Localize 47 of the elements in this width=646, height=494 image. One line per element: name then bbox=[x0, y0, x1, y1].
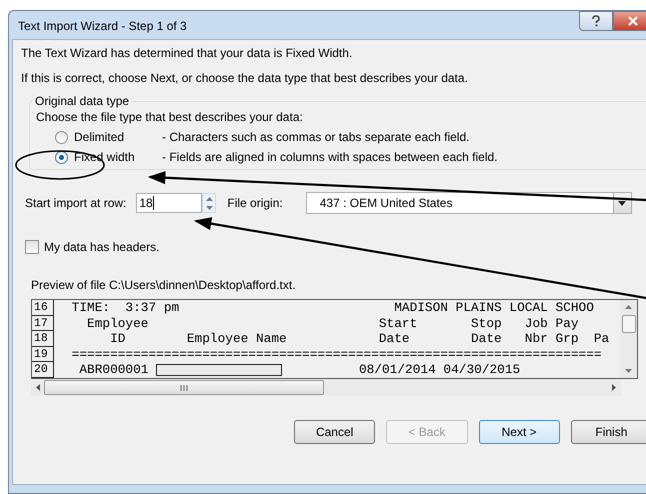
preview-text: Employee Start Stop Job Pay bbox=[86, 316, 579, 331]
group-legend: Original data type bbox=[32, 94, 132, 108]
dialog-button[interactable]: Cancel bbox=[294, 420, 376, 444]
radio-button[interactable] bbox=[55, 130, 68, 144]
instruction-text: If this is correct, choose Next, or choose the data type that best describes your data. bbox=[21, 70, 469, 87]
checkbox-label[interactable]: My data has headers. bbox=[44, 240, 160, 254]
preview-text: 08/01/2014 04/30/2015 bbox=[358, 362, 520, 378]
down-arrow-icon bbox=[206, 206, 213, 210]
checkbox[interactable] bbox=[25, 240, 39, 254]
preview-text: TIME: 3:37 pm MADISON PLAINS LOCAL SCHOO bbox=[70, 300, 594, 316]
close-button[interactable] bbox=[613, 11, 646, 31]
prompt-text: Choose the file type that best describes your data: bbox=[35, 109, 304, 126]
dropdown-arrow-icon bbox=[618, 200, 626, 206]
scroll-thumb[interactable] bbox=[622, 315, 636, 333]
up-arrow-icon bbox=[625, 305, 632, 309]
line-number: 16 bbox=[32, 300, 54, 316]
radio-label[interactable]: Delimited bbox=[74, 130, 156, 144]
window-title: Text Import Wizard - Step 1 of 3 bbox=[17, 18, 187, 33]
grip-icon bbox=[180, 384, 188, 390]
line-number: 18 bbox=[32, 331, 54, 346]
line-number: 20 bbox=[32, 362, 54, 378]
instruction-text: The Text Wizard has determined that your data is Fixed Width. bbox=[21, 45, 354, 62]
right-arrow-icon bbox=[612, 384, 616, 391]
option-description: - Characters such as commas or tabs separate each field. bbox=[162, 130, 470, 144]
help-button[interactable] bbox=[579, 11, 613, 31]
left-arrow-icon bbox=[36, 384, 40, 391]
preview-text: ===================================================================== bbox=[70, 346, 602, 362]
spin-buttons[interactable] bbox=[202, 193, 216, 213]
scroll-thumb[interactable] bbox=[44, 380, 324, 395]
start-row-field[interactable]: 18 bbox=[136, 193, 202, 213]
file-origin-dropdown[interactable]: 437 : OEM United States bbox=[306, 192, 632, 214]
file-origin-label: File origin: bbox=[227, 196, 283, 210]
option-description: - Fields are aligned in columns with spaces between each field. bbox=[162, 150, 498, 164]
preview-text: ID Employee Name Date Date Nbr Grp Pa bbox=[109, 331, 610, 346]
close-icon bbox=[627, 16, 639, 26]
preview-label: Preview of file C:\Users\dinnen\Desktop\afford.txt. bbox=[31, 278, 297, 294]
dialog-button[interactable]: Finish bbox=[570, 420, 646, 444]
line-number: 17 bbox=[32, 316, 54, 331]
start-row-label: Start import at row: bbox=[25, 196, 126, 210]
down-arrow-icon bbox=[625, 369, 632, 373]
horizontal-scrollbar[interactable] bbox=[31, 379, 621, 396]
line-number: 19 bbox=[32, 346, 54, 362]
help-icon bbox=[591, 15, 601, 27]
up-arrow-icon bbox=[206, 196, 213, 200]
dialog-button[interactable]: Next > bbox=[478, 420, 560, 444]
vertical-scrollbar[interactable] bbox=[620, 300, 637, 378]
preview-text: ABR000001 bbox=[78, 362, 150, 378]
